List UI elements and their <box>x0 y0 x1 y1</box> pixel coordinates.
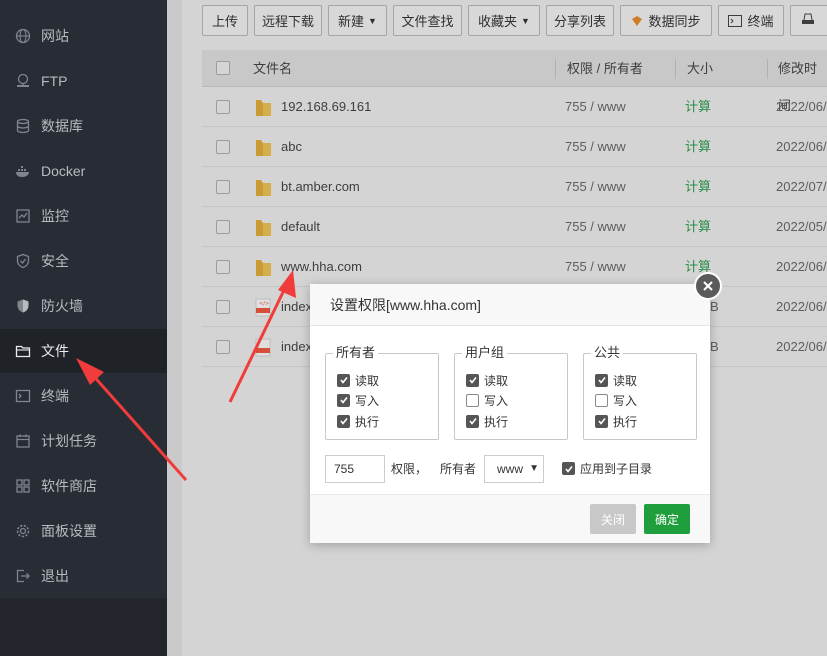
owner-label: 所有者 <box>440 462 477 476</box>
group-label: 公共 <box>591 345 624 361</box>
checkbox-checked[interactable] <box>337 414 350 428</box>
option-label: 执行 <box>355 414 380 429</box>
group-exec-option[interactable]: 执行 <box>466 413 508 429</box>
close-button[interactable]: 关闭 <box>590 504 636 534</box>
option-label: 读取 <box>613 373 638 388</box>
owner-permission-group: 所有者 读取 写入 执行 <box>325 345 439 440</box>
option-label: 执行 <box>613 414 638 429</box>
checkbox-unchecked[interactable] <box>595 393 608 407</box>
confirm-button[interactable]: 确定 <box>644 504 690 534</box>
option-label: 读取 <box>484 373 509 388</box>
dialog-footer: 关闭 确定 <box>310 494 710 543</box>
close-icon[interactable] <box>694 272 722 300</box>
dialog-title: 设置权限[www.hha.com] <box>310 284 710 326</box>
group-read-option[interactable]: 读取 <box>466 372 508 388</box>
owner-select-value: www <box>497 462 523 476</box>
checkbox-checked[interactable] <box>562 462 575 475</box>
owner-read-option[interactable]: 读取 <box>337 372 379 388</box>
public-write-option[interactable]: 写入 <box>595 392 637 408</box>
checkbox-checked[interactable] <box>466 414 479 428</box>
owner-select[interactable]: www ▼ <box>484 455 544 483</box>
owner-write-option[interactable]: 写入 <box>337 392 379 408</box>
apply-subdir-label: 应用到子目录 <box>580 462 653 476</box>
permission-value-input[interactable]: 755 <box>325 455 385 483</box>
group-label: 所有者 <box>333 345 379 361</box>
checkbox-unchecked[interactable] <box>466 393 479 407</box>
checkbox-checked[interactable] <box>337 393 350 407</box>
permission-dialog: 设置权限[www.hha.com] 所有者 读取 写入 执行 用户组 读取 写入… <box>310 284 710 543</box>
checkbox-checked[interactable] <box>466 373 479 387</box>
option-label: 写入 <box>355 393 380 408</box>
public-read-option[interactable]: 读取 <box>595 372 637 388</box>
owner-exec-option[interactable]: 执行 <box>337 413 379 429</box>
group-write-option[interactable]: 写入 <box>466 392 508 408</box>
public-exec-option[interactable]: 执行 <box>595 413 637 429</box>
checkbox-checked[interactable] <box>595 373 608 387</box>
group-permission-group: 用户组 读取 写入 执行 <box>454 345 568 440</box>
option-label: 读取 <box>355 373 380 388</box>
group-label: 用户组 <box>462 345 508 361</box>
checkbox-checked[interactable] <box>595 414 608 428</box>
option-label: 写入 <box>613 393 638 408</box>
option-label: 执行 <box>484 414 509 429</box>
chevron-down-icon: ▼ <box>529 463 539 474</box>
option-label: 写入 <box>484 393 509 408</box>
checkbox-checked[interactable] <box>337 373 350 387</box>
public-permission-group: 公共 读取 写入 执行 <box>583 345 697 440</box>
apply-subdir-option[interactable]: 应用到子目录 <box>562 460 652 477</box>
permission-label: 权限， <box>391 462 428 476</box>
